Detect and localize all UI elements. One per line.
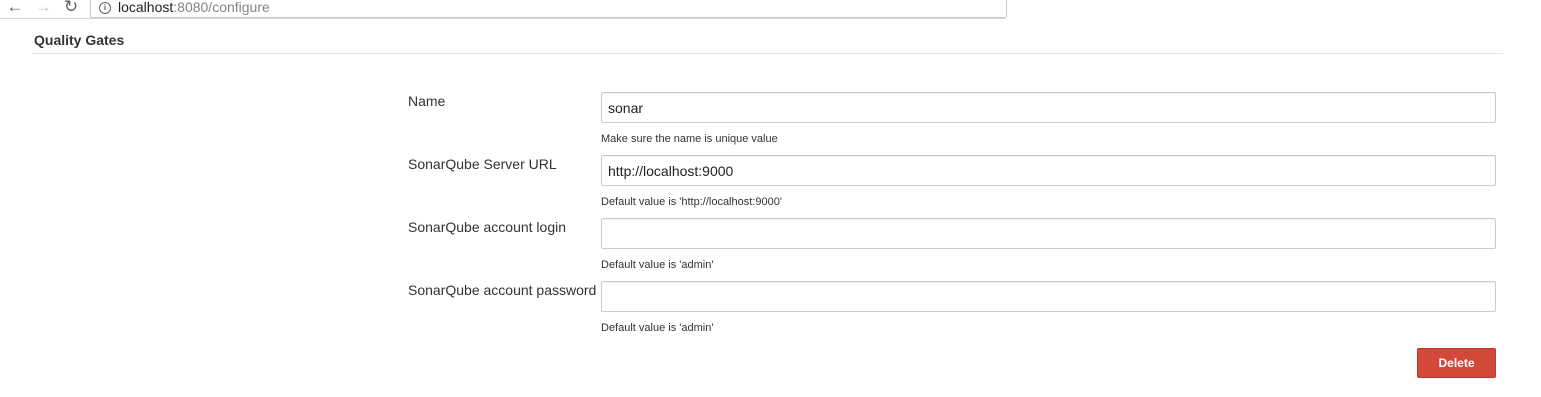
- account-password-help-text: Default value is 'admin': [601, 322, 714, 334]
- forward-arrow-icon[interactable]: →: [34, 0, 52, 16]
- account-password-input[interactable]: [601, 281, 1496, 312]
- address-bar[interactable]: i localhost:8080/configure: [90, 0, 1007, 18]
- account-password-label: SonarQube account password: [408, 282, 597, 298]
- delete-button[interactable]: Delete: [1417, 348, 1496, 378]
- server-url-label: SonarQube Server URL: [408, 156, 557, 172]
- url-text: localhost:8080/configure: [118, 0, 270, 15]
- account-login-label: SonarQube account login: [408, 219, 566, 235]
- browser-toolbar: ← → ↻ i localhost:8080/configure: [0, 0, 1007, 19]
- back-arrow-icon[interactable]: ←: [6, 0, 24, 16]
- name-label: Name: [408, 93, 446, 109]
- info-icon[interactable]: i: [99, 2, 111, 14]
- server-url-input[interactable]: [601, 155, 1496, 186]
- reload-icon[interactable]: ↻: [62, 0, 80, 16]
- name-help-text: Make sure the name is unique value: [601, 133, 778, 145]
- server-url-help-text: Default value is 'http://localhost:9000': [601, 196, 782, 208]
- account-login-help-text: Default value is 'admin': [601, 259, 714, 271]
- name-input[interactable]: [601, 92, 1496, 123]
- account-login-input[interactable]: [601, 218, 1496, 249]
- section-divider: [32, 53, 1503, 54]
- section-title: Quality Gates: [34, 32, 125, 48]
- url-path: :8080/configure: [173, 0, 270, 15]
- url-host: localhost: [118, 0, 174, 15]
